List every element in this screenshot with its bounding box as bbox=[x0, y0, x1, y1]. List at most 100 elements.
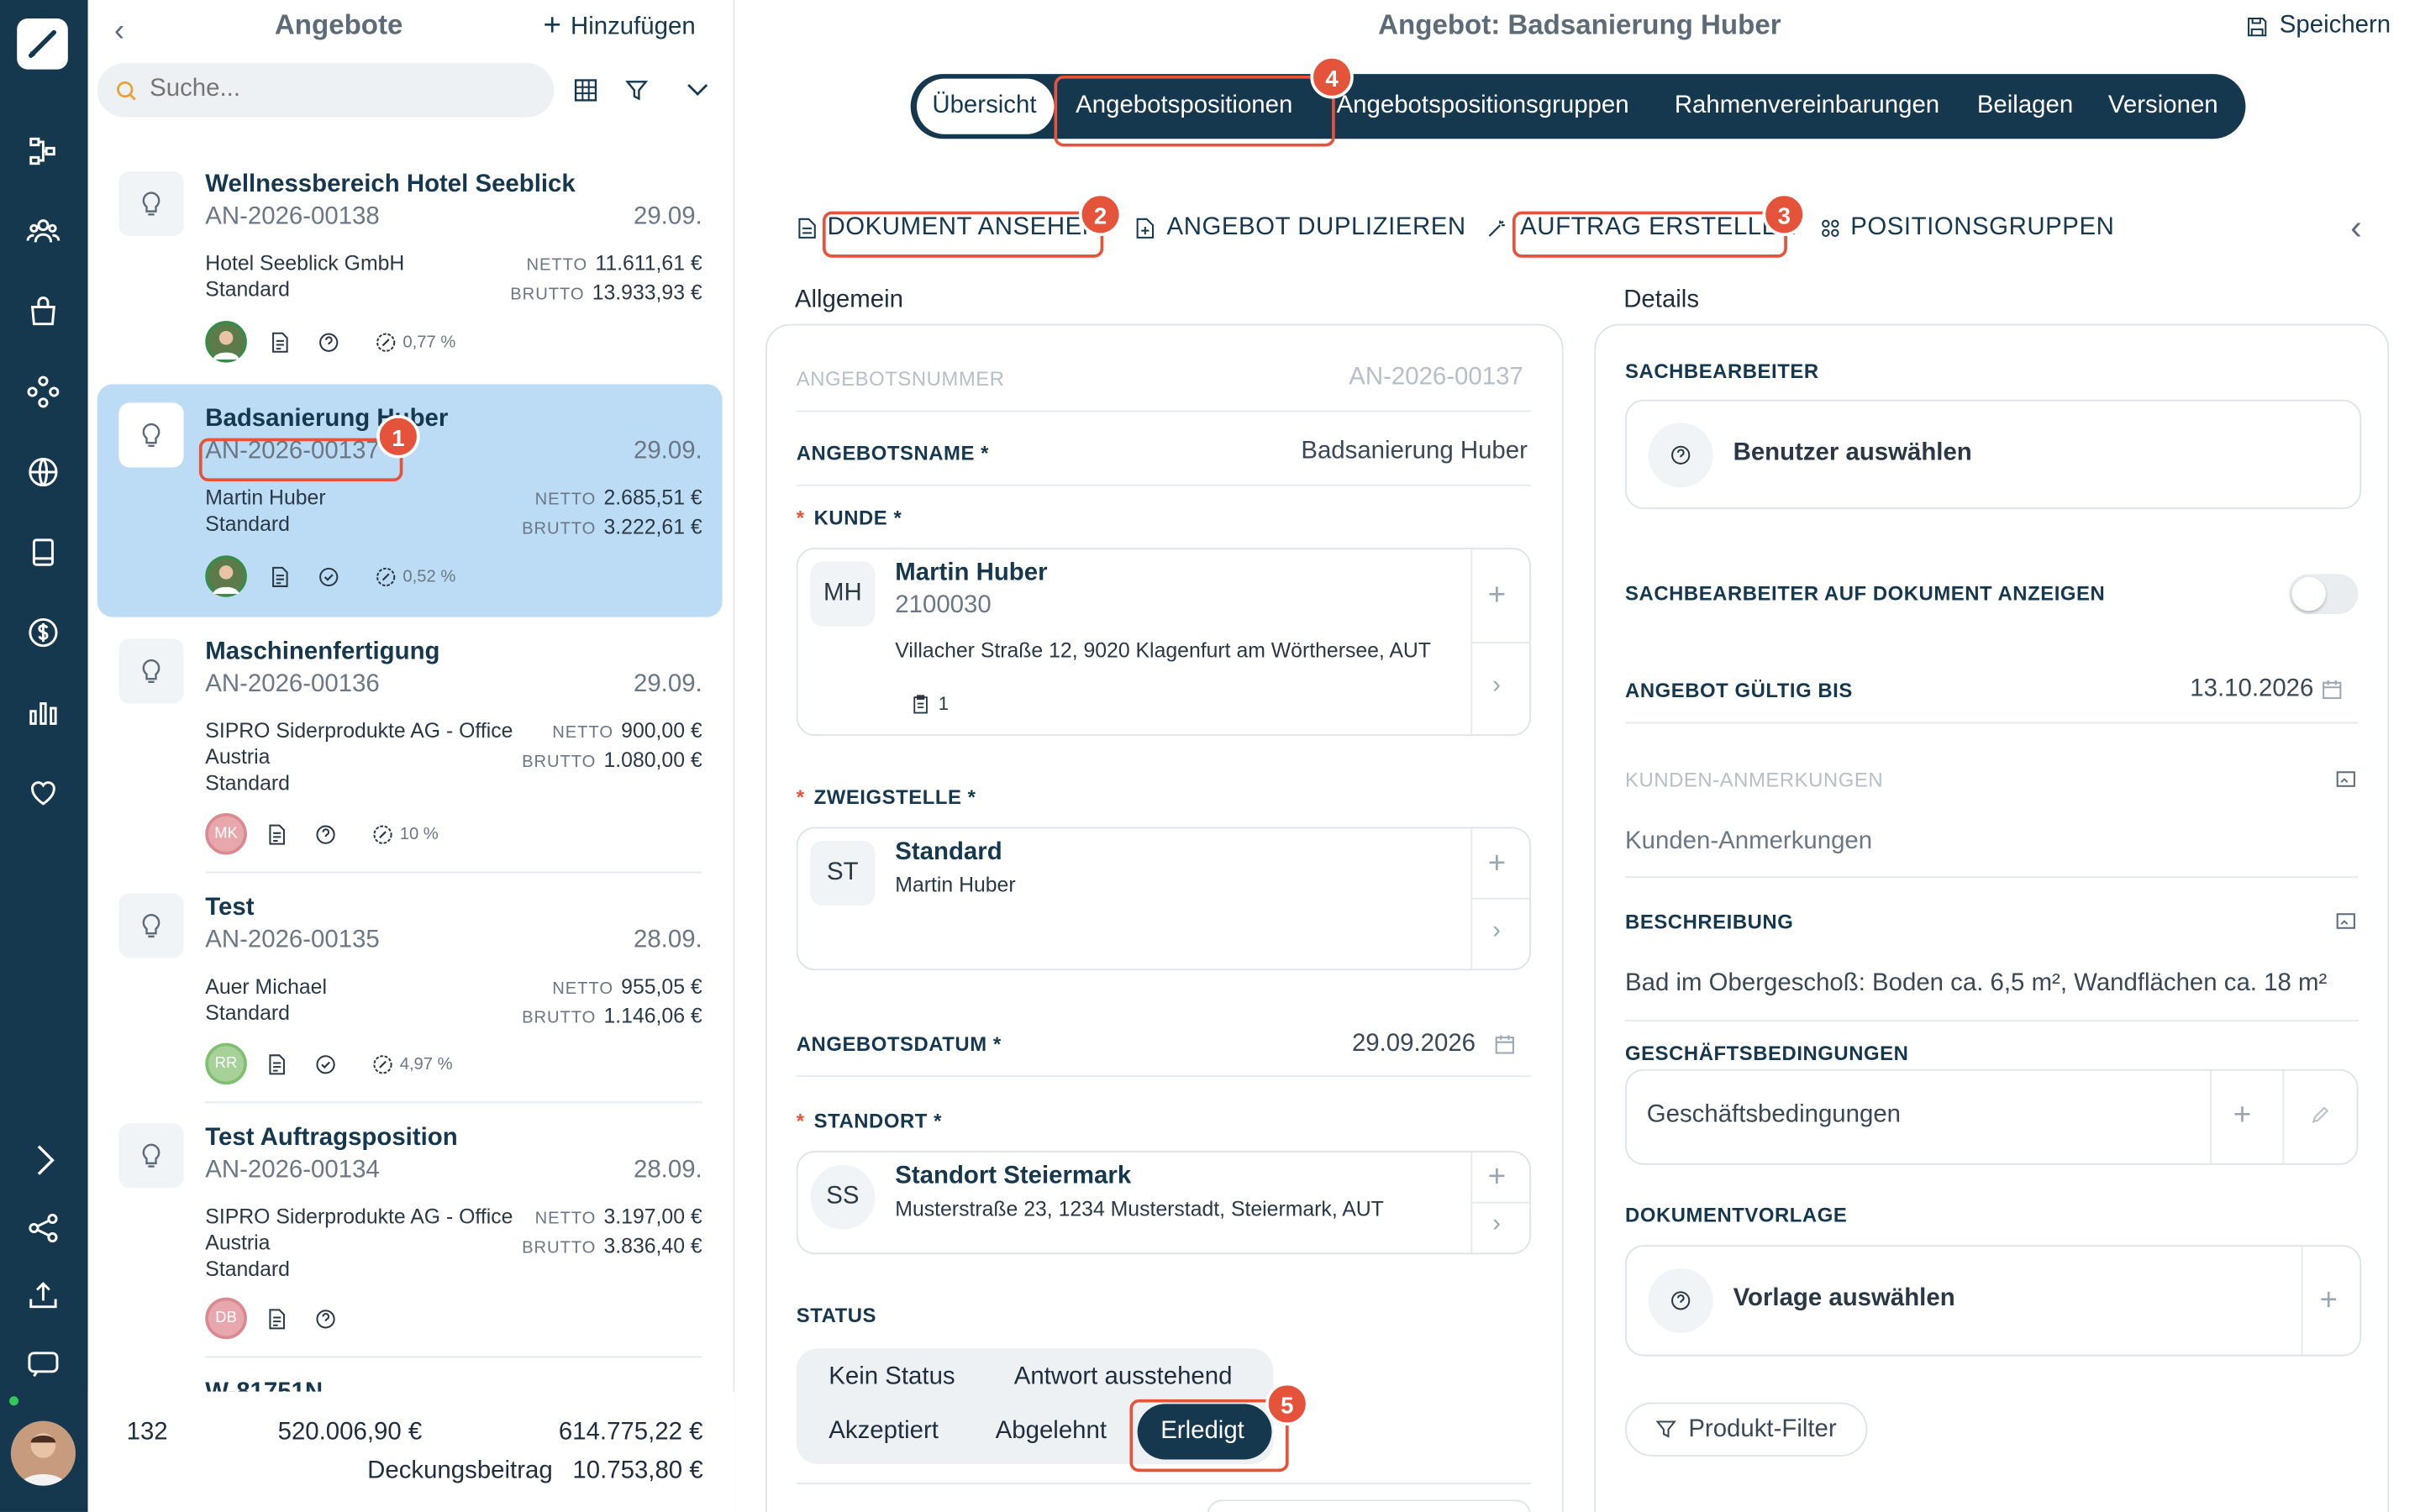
dropdown-chevron-icon[interactable] bbox=[685, 81, 709, 99]
bar-chart-icon[interactable] bbox=[24, 695, 61, 732]
offer-date-input[interactable]: 29.09.2026 bbox=[1352, 1031, 1476, 1058]
status-option-antwort-ausstehend[interactable]: Antwort ausstehend bbox=[1014, 1364, 1233, 1392]
db-label: Deckungsbeitrag bbox=[367, 1457, 553, 1484]
filter-icon bbox=[1655, 1420, 1676, 1438]
add-customer-plus-icon[interactable]: + bbox=[1488, 580, 1506, 612]
expand-chevron-icon[interactable] bbox=[24, 1142, 61, 1179]
tab-angebotspositionsgruppen[interactable]: Angebotspositionsgruppen bbox=[1337, 74, 1629, 139]
offer-card[interactable]: Wellnessbereich Hotel Seeblick AN-2026-0… bbox=[97, 153, 723, 385]
globe-icon[interactable] bbox=[24, 454, 61, 491]
app-sidebar bbox=[0, 0, 88, 1512]
brutto-total: 614.775,22 € bbox=[558, 1419, 703, 1446]
tab-uebersicht[interactable]: Übersicht bbox=[932, 74, 1036, 139]
customer-notes-input[interactable]: Kunden-Anmerkungen bbox=[1625, 828, 1872, 856]
product-filter-button[interactable]: Produkt-Filter bbox=[1625, 1402, 1868, 1457]
add-site-plus-icon[interactable]: + bbox=[1488, 1162, 1506, 1193]
margin-percent: 0,52 % bbox=[402, 567, 456, 586]
divider bbox=[1625, 1020, 2359, 1021]
description-label: BESCHREIBUNG bbox=[1625, 910, 1794, 934]
duplicate-offer-button[interactable]: ANGEBOT DUPLIZIEREN bbox=[1167, 214, 1466, 242]
divider bbox=[796, 410, 1532, 412]
dollar-icon[interactable] bbox=[24, 614, 61, 651]
add-offer-button[interactable]: + Hinzufügen bbox=[544, 9, 696, 45]
divider bbox=[2210, 1070, 2212, 1163]
customer-notes-label: KUNDEN-ANMERKUNGEN bbox=[1625, 768, 1884, 792]
toggle-knob bbox=[2291, 576, 2326, 612]
filter-icon[interactable] bbox=[625, 79, 649, 102]
offer-card[interactable]: Maschinenfertigung AN-2026-00136 29.09. … bbox=[97, 620, 723, 874]
add-terms-plus-icon[interactable]: + bbox=[2233, 1100, 2251, 1131]
customer-chevron-right-icon[interactable]: › bbox=[1492, 673, 1501, 701]
section-title-details: Details bbox=[1623, 286, 1700, 313]
offer-card[interactable]: Test AN-2026-00135 28.09. Auer Michael St… bbox=[97, 874, 723, 1104]
clerk-on-doc-toggle[interactable] bbox=[2288, 574, 2359, 615]
site-chevron-right-icon[interactable]: › bbox=[1492, 1211, 1501, 1239]
offer-card[interactable]: Test Auftragsposition AN-2026-00134 28.0… bbox=[97, 1105, 723, 1358]
user-avatar[interactable] bbox=[10, 1420, 76, 1486]
site-address: Musterstraße 23, 1234 Musterstadt, Steie… bbox=[895, 1197, 1384, 1221]
description-input[interactable]: Bad im Obergeschoß: Boden ca. 6,5 m², Wa… bbox=[1625, 970, 2327, 998]
collapse-chevron-icon[interactable]: ‹ bbox=[2350, 208, 2361, 249]
tab-versionen[interactable]: Versionen bbox=[2108, 74, 2218, 139]
margin-badge-icon bbox=[373, 825, 392, 844]
margin-badge-icon bbox=[373, 1055, 392, 1074]
annotation-badge-3: 3 bbox=[1762, 192, 1806, 237]
chat-icon[interactable] bbox=[24, 1346, 61, 1383]
back-chevron-icon[interactable]: ‹ bbox=[114, 14, 124, 50]
list-title: Angebote bbox=[274, 9, 403, 40]
offer-customer: SIPRO Siderprodukte AG - Office Austria S… bbox=[205, 718, 513, 795]
expand-editor-icon[interactable] bbox=[2335, 911, 2357, 932]
shopping-bag-icon[interactable] bbox=[24, 293, 61, 330]
customer-id: 2100030 bbox=[895, 592, 992, 619]
branch-chevron-right-icon[interactable]: › bbox=[1492, 918, 1501, 946]
divider bbox=[205, 1101, 702, 1104]
status-option-kein-status[interactable]: Kein Status bbox=[829, 1364, 955, 1392]
document-icon bbox=[269, 824, 285, 845]
offer-customer: SIPRO Siderprodukte AG - Office Austria S… bbox=[205, 1205, 513, 1281]
modules-icon[interactable] bbox=[24, 373, 61, 410]
status-option-abgelehnt[interactable]: Abgelehnt bbox=[996, 1418, 1107, 1446]
status-label: STATUS bbox=[796, 1304, 877, 1327]
save-button[interactable]: Speichern bbox=[2247, 13, 2391, 40]
expand-editor-icon[interactable] bbox=[2335, 769, 2357, 790]
position-groups-button[interactable]: POSITIONSGRUPPEN bbox=[1850, 214, 2114, 242]
add-branch-plus-icon[interactable]: + bbox=[1488, 848, 1506, 879]
divider bbox=[796, 1483, 1532, 1484]
offer-number: AN-2026-00135 bbox=[205, 927, 380, 954]
heart-icon[interactable] bbox=[24, 774, 61, 811]
workflow-icon[interactable] bbox=[24, 133, 61, 170]
section-title-allgemein: Allgemein bbox=[794, 286, 903, 313]
table-view-icon[interactable] bbox=[574, 79, 597, 102]
site-name: Standort Steiermark bbox=[895, 1163, 1132, 1190]
upload-icon[interactable] bbox=[24, 1278, 61, 1315]
calendar-icon[interactable] bbox=[2321, 679, 2343, 701]
template-placeholder: Vorlage auswählen bbox=[1733, 1284, 1955, 1312]
status-option-akzeptiert[interactable]: Akzeptiert bbox=[829, 1418, 939, 1446]
search-box[interactable] bbox=[97, 63, 555, 118]
offer-amounts: NETTO 900,00 € BRUTTO 1.080,00 € bbox=[522, 718, 702, 772]
clipboard-icon bbox=[913, 695, 928, 714]
branch-label: * ZWEIGSTELLE * bbox=[796, 785, 976, 809]
customer-initials: MH bbox=[810, 561, 876, 627]
edit-pencil-icon[interactable] bbox=[2311, 1105, 2331, 1125]
customer-doc-count: 1 bbox=[938, 692, 949, 715]
online-status-dot bbox=[6, 1393, 22, 1409]
offer-customer: Hotel Seeblick GmbH Standard bbox=[205, 251, 405, 302]
calendar-icon[interactable] bbox=[1494, 1034, 1516, 1056]
app-logo[interactable] bbox=[17, 18, 68, 70]
customer-name: Martin Huber bbox=[895, 559, 1048, 586]
book-icon[interactable] bbox=[24, 533, 61, 570]
divider bbox=[205, 871, 702, 874]
highlight-create-order bbox=[1512, 211, 1787, 258]
users-icon[interactable] bbox=[24, 213, 61, 249]
annotation-badge-5: 5 bbox=[1265, 1382, 1309, 1426]
valid-until-input[interactable]: 13.10.2026 bbox=[2190, 675, 2313, 703]
offer-name-input[interactable]: Badsanierung Huber bbox=[1301, 438, 1528, 466]
tab-beilagen[interactable]: Beilagen bbox=[1977, 74, 2073, 139]
tab-rahmenvereinbarungen[interactable]: Rahmenvereinbarungen bbox=[1675, 74, 1939, 139]
add-template-plus-icon[interactable]: + bbox=[2320, 1285, 2338, 1316]
search-input[interactable] bbox=[150, 72, 536, 107]
offer-card[interactable]: W-81751N bbox=[97, 1357, 723, 1392]
share-icon[interactable] bbox=[24, 1210, 61, 1247]
offer-number: AN-2026-00138 bbox=[205, 203, 380, 230]
